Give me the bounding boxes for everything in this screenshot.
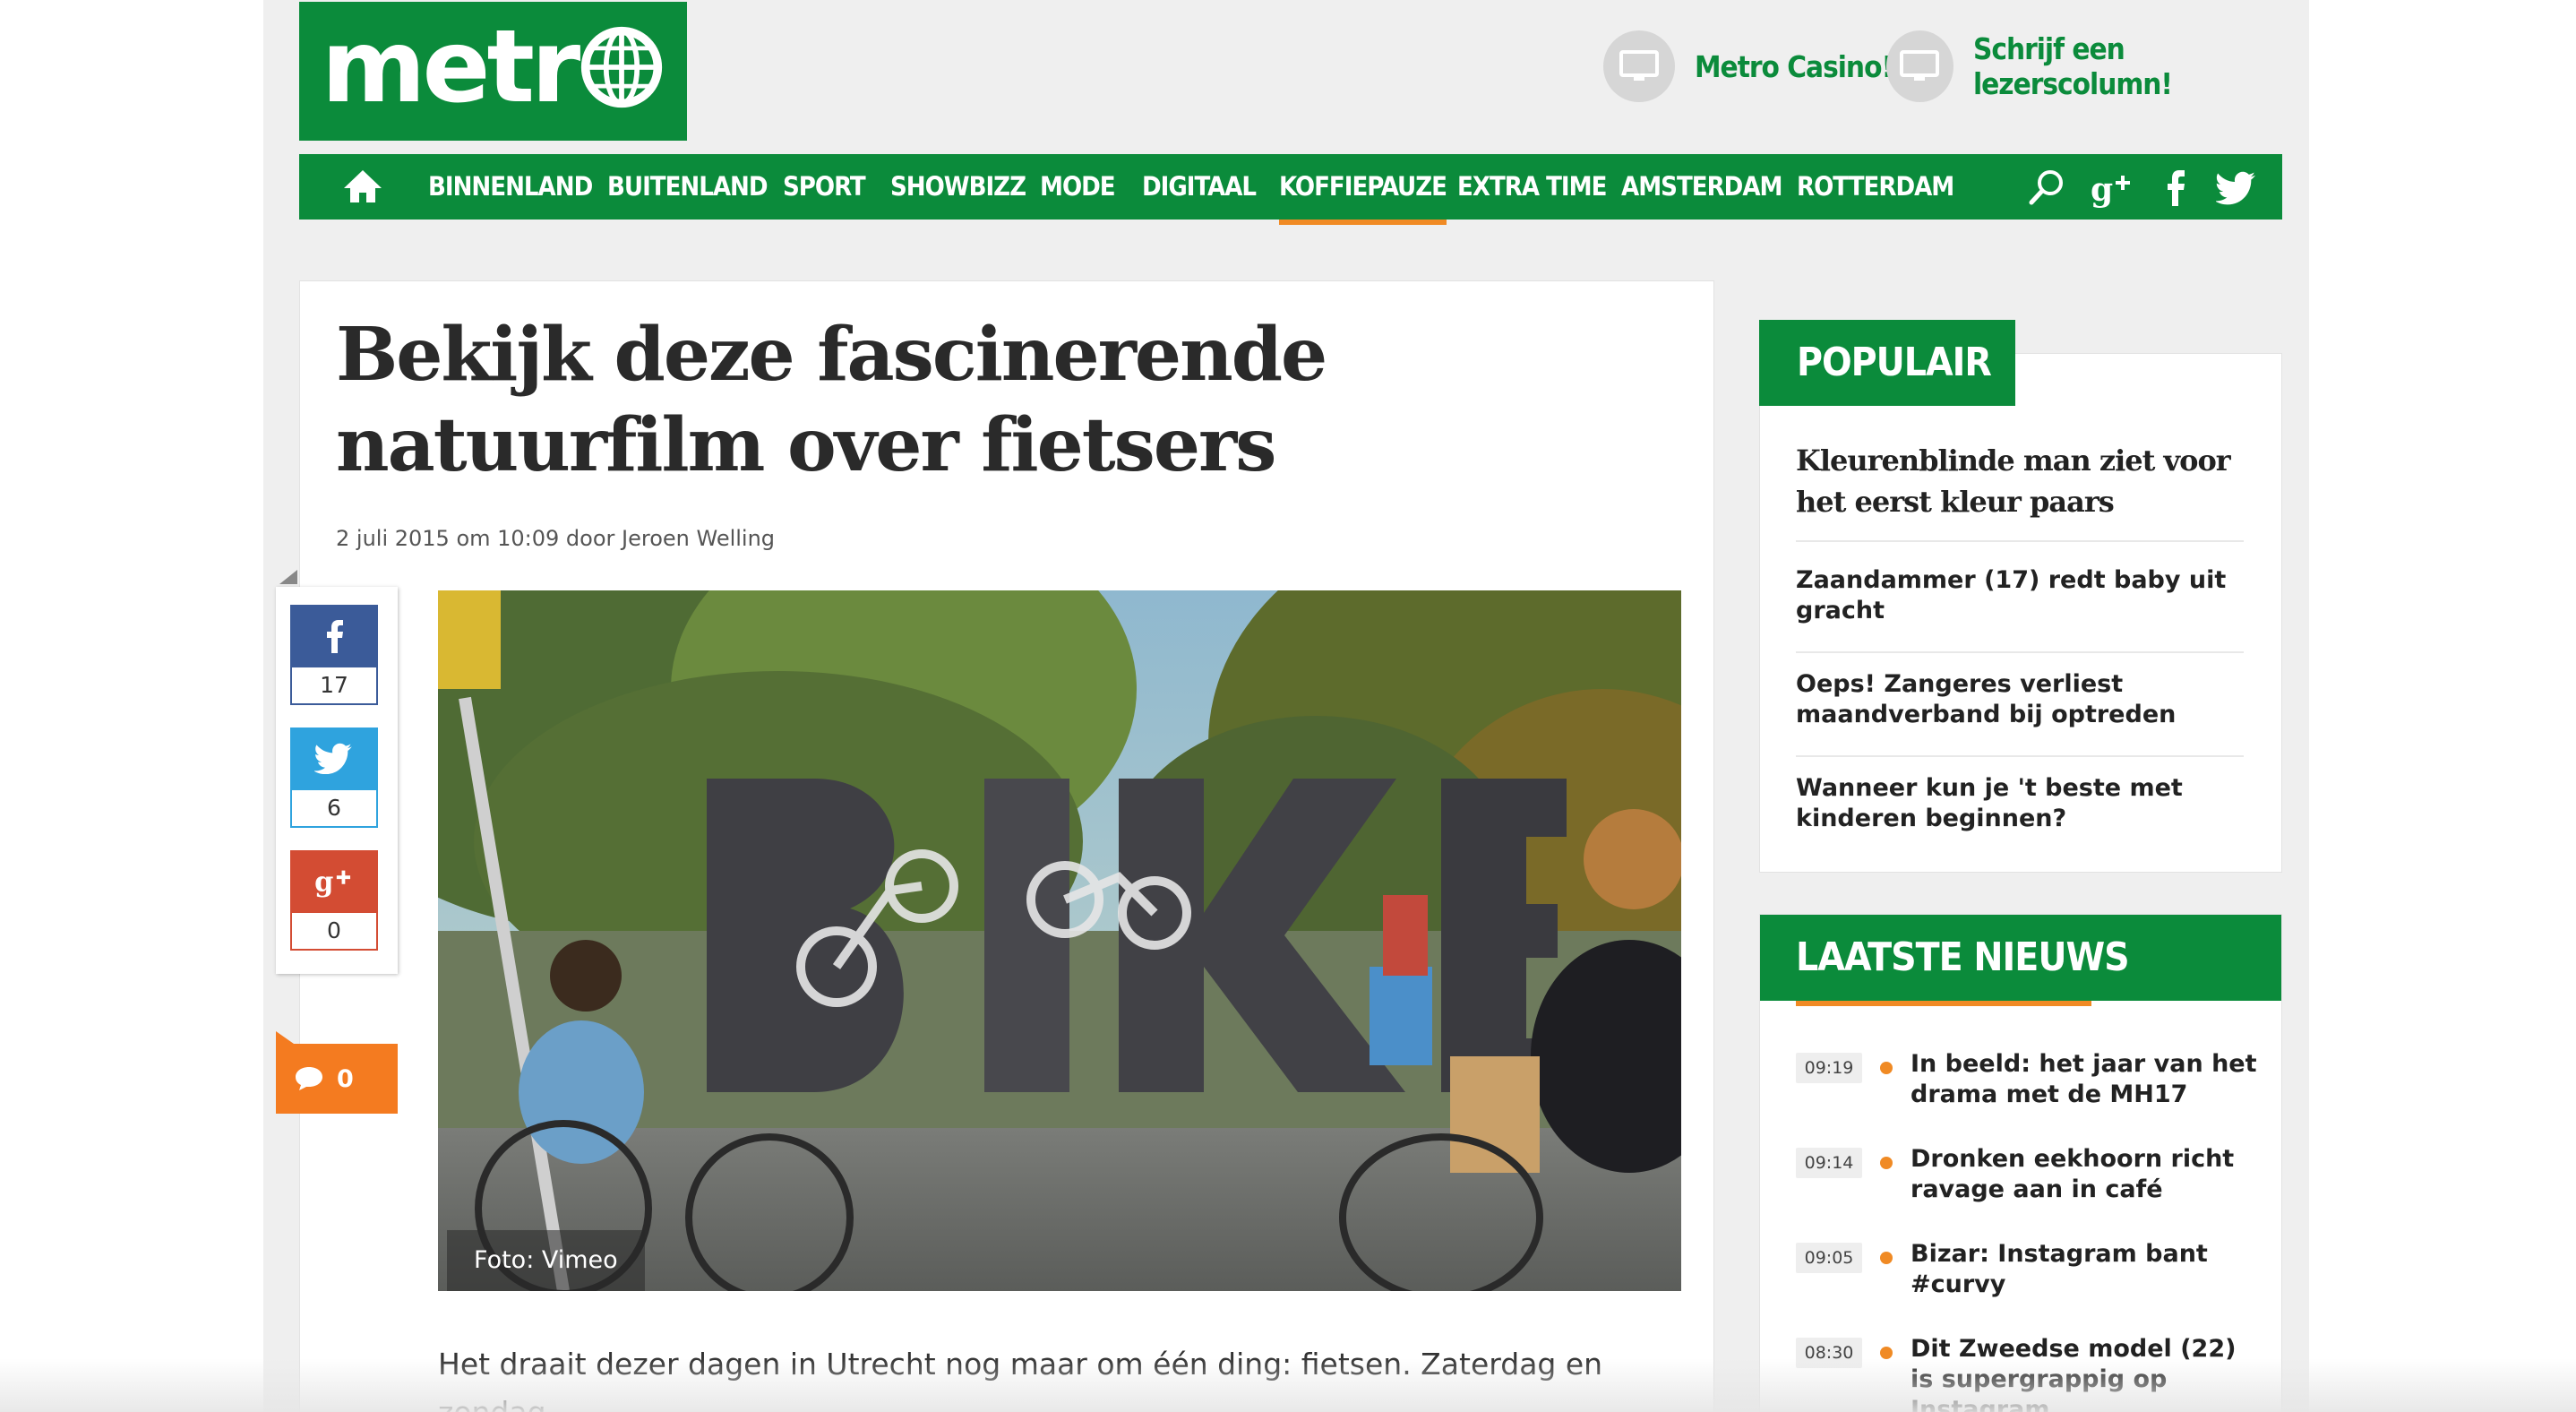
- comments-count: 0: [337, 1064, 354, 1093]
- article-byline: 2 juli 2015 om 10:09 door Jeroen Welling: [336, 526, 776, 551]
- bullet-dot: [1880, 1347, 1893, 1359]
- twitter-icon: [314, 743, 352, 774]
- facebook-icon: [327, 620, 343, 653]
- nav-mode[interactable]: MODE: [1040, 154, 1116, 220]
- news-item[interactable]: 09:14 Dronken eekhoorn richt ravage aan …: [1796, 1144, 2253, 1234]
- bullet-dot: [1880, 1252, 1893, 1264]
- popular-item[interactable]: Wanneer kun je 't beste met kinderen beg…: [1796, 773, 2244, 845]
- home-icon[interactable]: [340, 167, 385, 206]
- comments-button[interactable]: 0: [276, 1044, 398, 1114]
- lezerscolumn-label: Schrijf een lezerscolumn!: [1972, 31, 2173, 101]
- nav-amsterdam[interactable]: AMSTERDAM: [1621, 154, 1782, 220]
- news-title: In beeld: het jaar van het drama met de …: [1911, 1050, 2257, 1108]
- latest-news-header: LAATSTE NIEUWS: [1760, 915, 2281, 1006]
- googleplus-share-button[interactable]: g: [290, 850, 378, 911]
- news-time: 09:05: [1796, 1243, 1862, 1273]
- popular-item-title: Zaandammer (17) redt baby uit gracht: [1796, 566, 2227, 624]
- popular-item-title: Oeps! Zangeres verliest maandverband bij…: [1796, 670, 2177, 728]
- bullet-dot: [1880, 1157, 1893, 1169]
- metro-casino-link[interactable]: Metro Casino!: [1603, 30, 1893, 102]
- nav-binnenland[interactable]: BINNENLAND: [428, 154, 593, 220]
- globe-icon: [581, 26, 663, 108]
- bottom-fade: [0, 1358, 2576, 1412]
- facebook-share-button[interactable]: [290, 605, 378, 666]
- article-headline: Bekijk deze fascinerende natuurfilm over …: [336, 312, 1327, 488]
- latest-news-widget: LAATSTE NIEUWS 09:19 In beeld: het jaar …: [1759, 914, 2282, 1412]
- nav-sport[interactable]: SPORT: [783, 154, 866, 220]
- news-time: 09:14: [1796, 1148, 1862, 1178]
- metro-logo[interactable]: metr: [299, 2, 687, 141]
- popular-item[interactable]: Kleurenblinde man ziet voor het eerst kl…: [1796, 440, 2244, 542]
- latest-news-title: LAATSTE NIEUWS: [1796, 934, 2130, 980]
- nav-extra-time[interactable]: EXTRA TIME: [1457, 154, 1607, 220]
- page: metr Metro Casino! Schrijf een lezerscol…: [263, 0, 2309, 1412]
- article-card: Bekijk deze fascinerende natuurfilm over …: [299, 280, 1714, 1412]
- monitor-icon: [1603, 30, 1675, 102]
- logo-text: metr: [322, 17, 665, 126]
- nav-digitaal[interactable]: DIGITAAL: [1142, 154, 1257, 220]
- twitter-icon[interactable]: [2216, 167, 2257, 208]
- popular-item-title: Wanneer kun je 't beste met kinderen beg…: [1796, 774, 2183, 832]
- comments-corner: [276, 1031, 294, 1044]
- news-time: 09:19: [1796, 1053, 1862, 1083]
- share-bar: 17 6 g 0: [276, 587, 398, 974]
- popular-item[interactable]: Zaandammer (17) redt baby uit gracht: [1796, 565, 2244, 653]
- speech-bubble-icon: [296, 1067, 322, 1090]
- photo-scene: [438, 590, 1681, 1291]
- bullet-dot: [1880, 1062, 1893, 1074]
- article-photo[interactable]: Foto: Vimeo: [438, 590, 1681, 1291]
- nav-buitenland[interactable]: BUITENLAND: [607, 154, 769, 220]
- news-item[interactable]: 09:05 Bizar: Instagram bant #curvy: [1796, 1239, 2253, 1329]
- metro-casino-label: Metro Casino!: [1695, 48, 1893, 84]
- nav-rotterdam[interactable]: ROTTERDAM: [1797, 154, 1954, 220]
- popular-item[interactable]: Oeps! Zangeres verliest maandverband bij…: [1796, 669, 2244, 757]
- twitter-share-button[interactable]: [290, 728, 378, 788]
- main-nav: BINNENLAND BUITENLAND SPORT SHOWBIZZ MOD…: [299, 154, 2282, 225]
- popular-item-title: Kleurenblinde man ziet voor het eerst kl…: [1796, 443, 2231, 519]
- popular-widget: Kleurenblinde man ziet voor het eerst kl…: [1759, 353, 2282, 873]
- facebook-share-count: 17: [290, 666, 378, 705]
- twitter-share-count: 6: [290, 788, 378, 828]
- google-plus-icon[interactable]: g: [2091, 167, 2132, 208]
- lezerscolumn-link[interactable]: Schrijf een lezerscolumn!: [1886, 30, 2309, 102]
- facebook-icon[interactable]: [2155, 167, 2196, 208]
- latest-news-underline: [1796, 1001, 2091, 1006]
- svg-text:g: g: [2091, 171, 2113, 208]
- news-title: Dronken eekhoorn richt ravage aan in caf…: [1911, 1145, 2235, 1203]
- googleplus-share-count: 0: [290, 911, 378, 951]
- news-item[interactable]: 09:19 In beeld: het jaar van het drama m…: [1796, 1049, 2257, 1139]
- nav-koffiepauze[interactable]: KOFFIEPAUZE: [1279, 154, 1447, 225]
- svg-text:g: g: [314, 865, 333, 898]
- news-title: Bizar: Instagram bant #curvy: [1911, 1240, 2208, 1298]
- monitor-icon: [1886, 30, 1953, 102]
- popular-header: POPULAIR: [1759, 320, 2015, 406]
- share-bar-corner: [279, 570, 297, 584]
- search-icon[interactable]: [2026, 167, 2067, 208]
- nav-showbizz[interactable]: SHOWBIZZ: [890, 154, 1026, 220]
- google-plus-icon: g: [314, 865, 351, 898]
- photo-caption: Foto: Vimeo: [447, 1230, 645, 1291]
